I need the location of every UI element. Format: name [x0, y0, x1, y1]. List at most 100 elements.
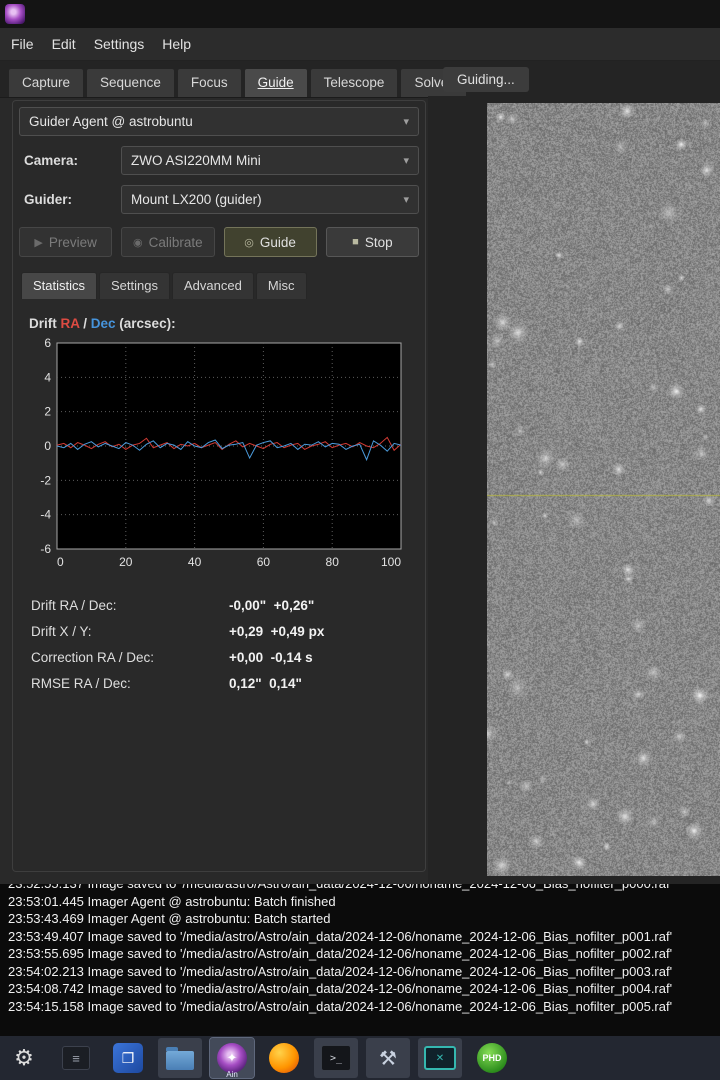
- svg-text:0: 0: [57, 555, 64, 569]
- ain-label: Ain: [210, 1070, 254, 1079]
- stat-label: Correction RA / Dec:: [31, 650, 229, 665]
- guide-statistics: Drift RA / Dec: -0,00" +0,26" Drift X / …: [19, 598, 419, 691]
- log-line: 23:52:55.137 Image saved to '/media/astr…: [8, 884, 720, 893]
- guiding-status-button[interactable]: Guiding...: [443, 67, 529, 92]
- guider-label: Guider:: [19, 192, 121, 207]
- stat-value: 0,12" 0,14": [229, 676, 302, 691]
- ekos-tabbar: Capture Sequence Focus Guide Telescope S…: [0, 61, 720, 98]
- terminal-icon: >_: [321, 1045, 351, 1071]
- menu-file[interactable]: File: [2, 31, 43, 57]
- log-line: 23:54:02.213 Image saved to '/media/astr…: [8, 963, 720, 981]
- calibrate-icon: ◉: [133, 236, 143, 249]
- taskbar-settings-gear[interactable]: ⚙: [2, 1038, 46, 1078]
- guide-button[interactable]: ◎ Guide: [224, 227, 317, 257]
- tab-telescope[interactable]: Telescope: [310, 68, 399, 97]
- calibrate-button[interactable]: ◉ Calibrate: [121, 227, 214, 257]
- subtab-settings[interactable]: Settings: [99, 272, 170, 299]
- galaxy-icon: ✦: [217, 1043, 247, 1073]
- subtab-statistics[interactable]: Statistics: [21, 272, 97, 299]
- taskbar: ⚙ ≡ ❐ ✦ Ain >_ ⚒ ✕ PHD: [0, 1036, 720, 1080]
- taskbar-monitor-app[interactable]: ✕: [418, 1038, 462, 1078]
- tab-guide-label: Guide: [258, 75, 294, 90]
- taskbar-system-settings[interactable]: ⚒: [366, 1038, 410, 1078]
- preview-button[interactable]: ▶ Preview: [19, 227, 112, 257]
- log-line: 23:54:15.158 Image saved to '/media/astr…: [8, 998, 720, 1016]
- kstars-app-icon: [5, 4, 25, 24]
- guide-camera-view[interactable]: [487, 103, 720, 876]
- play-icon: ▶: [34, 236, 42, 249]
- subtab-advanced[interactable]: Advanced: [172, 272, 254, 299]
- taskbar-firefox[interactable]: [262, 1038, 306, 1078]
- camera-select-value: ZWO ASI220MM Mini: [131, 153, 261, 168]
- ekos-log[interactable]: 23:52:55.137 Image saved to '/media/astr…: [0, 884, 720, 1036]
- stat-value: +0,29 +0,49 px: [229, 624, 324, 639]
- titlebar: [0, 0, 720, 28]
- guide-button-label: Guide: [260, 235, 296, 250]
- svg-text:60: 60: [257, 555, 271, 569]
- camera-select[interactable]: ZWO ASI220MM Mini ▾: [121, 146, 419, 175]
- wrench-icon: ⚒: [379, 1046, 397, 1071]
- svg-text:-2: -2: [40, 473, 51, 487]
- tab-sequence[interactable]: Sequence: [86, 68, 175, 97]
- log-line: 23:53:01.445 Imager Agent @ astrobuntu: …: [8, 893, 720, 911]
- taskbar-ekos-ain[interactable]: ✦ Ain: [210, 1038, 254, 1078]
- menu-edit[interactable]: Edit: [43, 31, 85, 57]
- blue-app-icon: ❐: [113, 1043, 143, 1073]
- guide-subtabs: Statistics Settings Advanced Misc: [19, 272, 419, 299]
- guider-select-value: Mount LX200 (guider): [131, 192, 262, 207]
- panel-icon: ≡: [62, 1046, 90, 1070]
- taskbar-panel-toggle[interactable]: ≡: [54, 1038, 98, 1078]
- guider-profile-value: Guider Agent @ astrobuntu: [29, 114, 193, 129]
- taskbar-terminal[interactable]: >_: [314, 1038, 358, 1078]
- log-line: 23:53:49.407 Image saved to '/media/astr…: [8, 928, 720, 946]
- drift-chart[interactable]: -6-4-20246020406080100: [21, 335, 419, 580]
- firefox-icon: [269, 1043, 299, 1073]
- taskbar-file-manager[interactable]: [158, 1038, 202, 1078]
- phd2-icon: PHD: [477, 1043, 507, 1073]
- stat-value: +0,00 -0,14 s: [229, 650, 313, 665]
- svg-text:-4: -4: [40, 508, 51, 522]
- tab-capture[interactable]: Capture: [8, 68, 84, 97]
- stat-rmse-radec: RMSE RA / Dec: 0,12" 0,14": [31, 676, 419, 691]
- svg-text:40: 40: [188, 555, 202, 569]
- stat-label: Drift RA / Dec:: [31, 598, 229, 613]
- menu-settings[interactable]: Settings: [85, 31, 154, 57]
- guider-row: Guider: Mount LX200 (guider) ▾: [19, 185, 419, 214]
- tab-focus[interactable]: Focus: [177, 68, 242, 97]
- log-line: 23:54:08.742 Image saved to '/media/astr…: [8, 980, 720, 998]
- tab-focus-label: Focus: [191, 75, 228, 90]
- taskbar-phd2[interactable]: PHD: [470, 1038, 514, 1078]
- taskbar-blue-app[interactable]: ❐: [106, 1038, 150, 1078]
- tab-telescope-label: Telescope: [324, 75, 385, 90]
- svg-text:-6: -6: [40, 542, 51, 556]
- tab-guide[interactable]: Guide: [244, 68, 308, 97]
- folder-icon: [166, 1051, 194, 1070]
- guider-select[interactable]: Mount LX200 (guider) ▾: [121, 185, 419, 214]
- subtab-misc[interactable]: Misc: [256, 272, 307, 299]
- guide-actions: ▶ Preview ◉ Calibrate ◎ Guide ■ Stop: [19, 227, 419, 257]
- stat-label: RMSE RA / Dec:: [31, 676, 229, 691]
- menubar: File Edit Settings Help: [0, 28, 720, 61]
- svg-text:0: 0: [44, 439, 51, 453]
- svg-text:100: 100: [381, 555, 401, 569]
- chart-title-suffix: (arcsec):: [116, 316, 176, 331]
- tab-capture-label: Capture: [22, 75, 70, 90]
- stat-drift-radec: Drift RA / Dec: -0,00" +0,26": [31, 598, 419, 613]
- stat-correction-radec: Correction RA / Dec: +0,00 -0,14 s: [31, 650, 419, 665]
- camera-row: Camera: ZWO ASI220MM Mini ▾: [19, 146, 419, 175]
- tab-sequence-label: Sequence: [100, 75, 161, 90]
- chevron-down-icon: ▾: [403, 115, 409, 128]
- chart-title-dec: Dec: [91, 316, 116, 331]
- menu-help[interactable]: Help: [153, 31, 200, 57]
- guider-profile-select[interactable]: Guider Agent @ astrobuntu ▾: [19, 107, 419, 136]
- svg-text:20: 20: [119, 555, 133, 569]
- preview-button-label: Preview: [49, 235, 97, 250]
- guide-module-panel: Guider Agent @ astrobuntu ▾ Camera: ZWO …: [12, 100, 426, 872]
- stop-button[interactable]: ■ Stop: [326, 227, 419, 257]
- log-line: 23:53:43.469 Imager Agent @ astrobuntu: …: [8, 910, 720, 928]
- svg-text:80: 80: [326, 555, 340, 569]
- log-line: 23:53:55.695 Image saved to '/media/astr…: [8, 945, 720, 963]
- stat-value: -0,00" +0,26": [229, 598, 314, 613]
- gear-icon: ⚙: [14, 1045, 34, 1071]
- guide-icon: ◎: [244, 236, 254, 249]
